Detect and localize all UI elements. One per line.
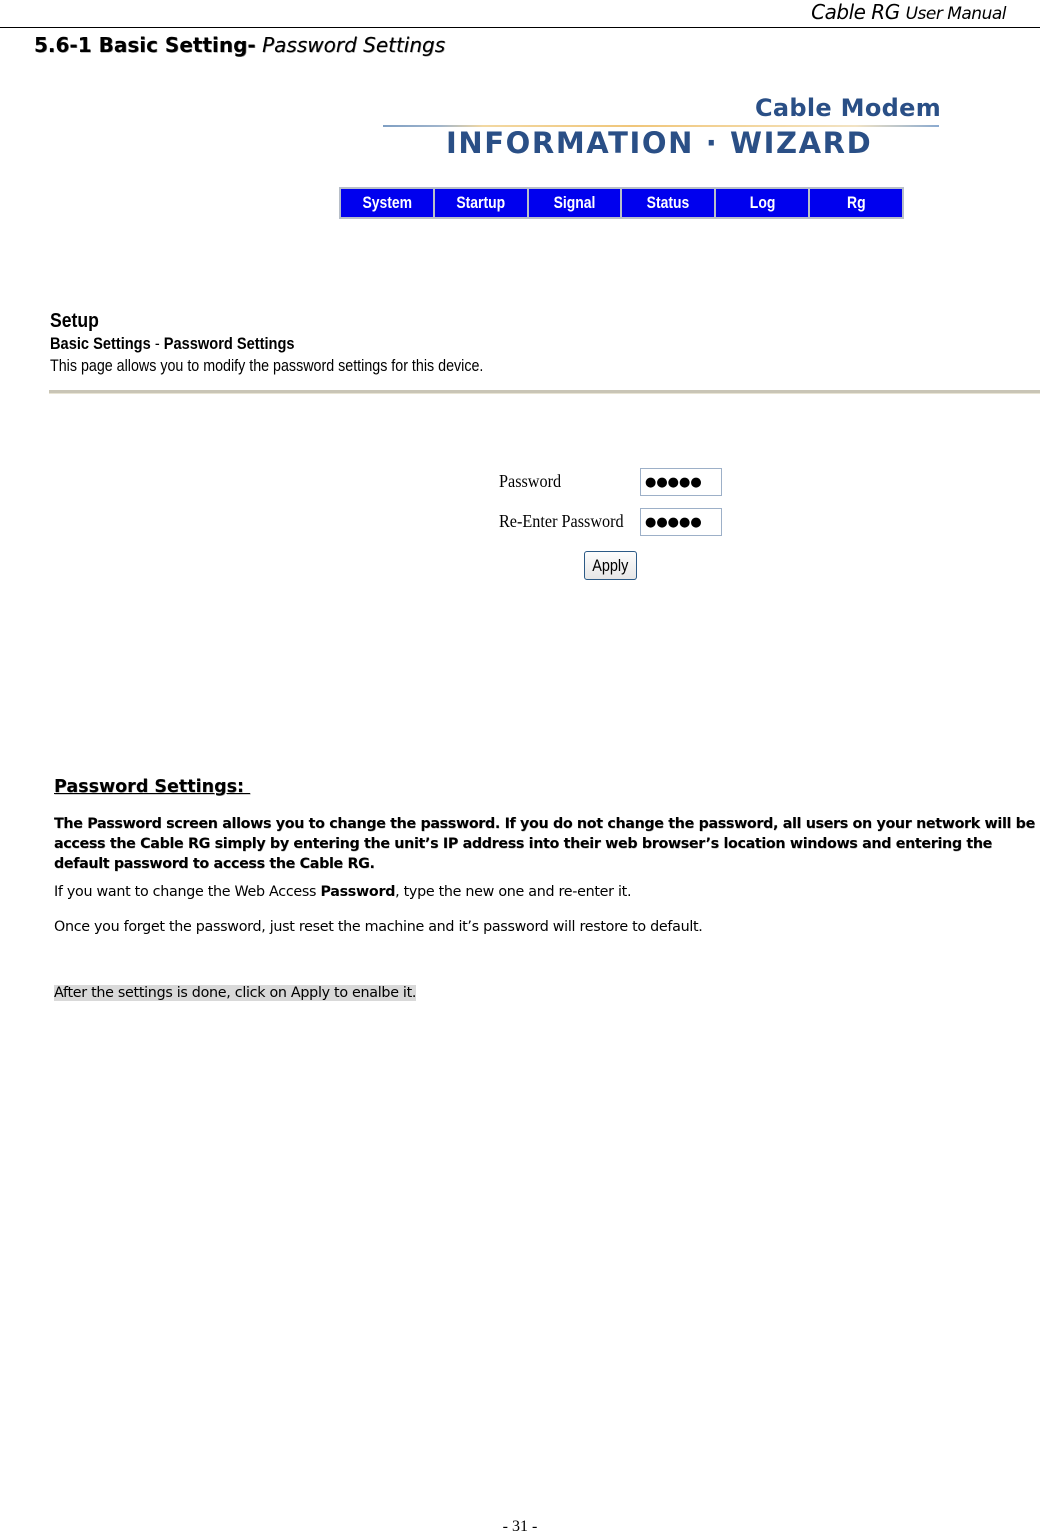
setup-subtitle-separator: - [150, 334, 164, 353]
nav-tab-log[interactable]: Log [716, 189, 809, 217]
apply-instruction-paragraph: After the settings is done, click on App… [54, 985, 416, 1001]
nav-tab-rg[interactable]: Rg [810, 189, 902, 217]
nav-tab-signal[interactable]: Signal [528, 189, 621, 217]
nav-tab-startup[interactable]: Startup [434, 189, 527, 217]
password-settings-heading: Password Settings: [54, 777, 251, 797]
running-header: Cable RG User Manual [811, 0, 1006, 24]
change-password-paragraph: If you want to change the Web Access Pas… [54, 884, 632, 900]
section-number: 5.6-1 Basic Setting- [34, 33, 256, 57]
nav-tab-system[interactable]: System [341, 189, 433, 217]
setup-header: Setup Basic Settings - Password Settings… [50, 309, 566, 377]
apply-button[interactable]: Apply [584, 551, 637, 580]
setup-title: Setup [50, 310, 99, 332]
nav-tab-label: Rg [846, 193, 866, 212]
nav-tab-label: Startup [456, 193, 506, 212]
nav-tab-status[interactable]: Status [622, 189, 715, 217]
reenter-password-label: Re-Enter Password [499, 511, 624, 531]
para1-text-after: , type the new one and re-enter it. [395, 884, 632, 900]
page-number: - 31 - [502, 1518, 538, 1535]
logo-information-wizard-text: INFORMATION · WIZARD [446, 126, 873, 160]
cable-modem-logo: Cable Modem INFORMATION · WIZARD [383, 92, 943, 162]
setup-description: This page allows you to modify the passw… [50, 356, 484, 375]
setup-subtitle-part2: Password Settings [163, 334, 295, 353]
manual-title: Cable RG [811, 0, 900, 24]
nav-tab-label: System [362, 193, 412, 212]
apply-instruction-highlighted: After the settings is done, click on App… [54, 985, 417, 1001]
header-rule [0, 27, 1040, 28]
para1-bold-password: Password [320, 884, 396, 900]
setup-subtitle-part1: Basic Settings [50, 334, 151, 353]
logo-cable-modem-text: Cable Modem [755, 94, 941, 122]
top-nav-bar: System Startup Signal Status Log Rg [339, 187, 904, 219]
manual-subtitle: User Manual [905, 4, 1007, 24]
section-title: 5.6-1 Basic Setting- Password Settings [34, 33, 445, 57]
password-input[interactable]: ●●●●● [640, 468, 722, 496]
apply-button-label: Apply [592, 555, 629, 575]
para1-text-before: If you want to change the Web Access [54, 884, 321, 900]
nav-tab-label: Log [749, 193, 775, 212]
setup-divider [49, 390, 1040, 394]
section-name: Password Settings [262, 33, 446, 57]
forget-password-paragraph: Once you forget the password, just reset… [54, 919, 703, 935]
nav-tab-label: Status [647, 193, 690, 212]
password-description-bold: The Password screen allows you to change… [54, 816, 1035, 872]
nav-tab-label: Signal [553, 193, 596, 212]
setup-subtitle: Basic Settings - Password Settings [50, 333, 494, 355]
password-label: Password [499, 471, 562, 491]
reenter-password-input[interactable]: ●●●●● [640, 508, 722, 536]
